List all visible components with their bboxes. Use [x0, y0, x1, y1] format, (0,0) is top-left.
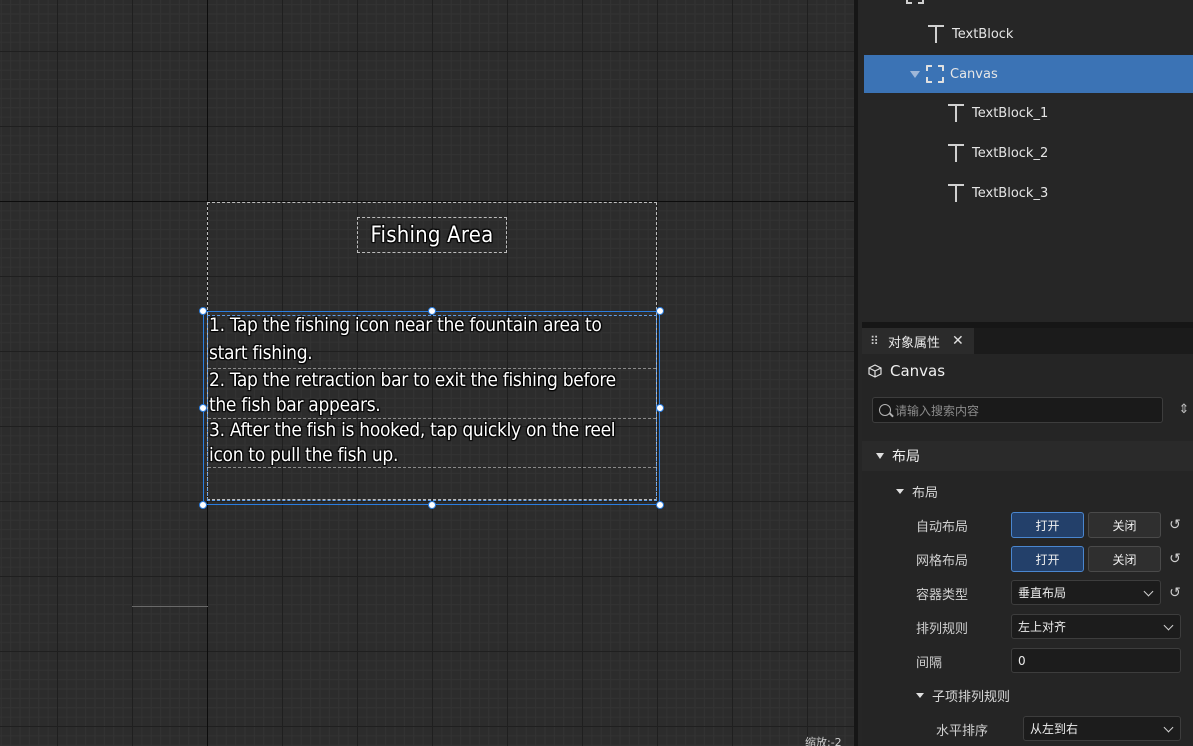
spacing-value: 0	[1018, 653, 1026, 668]
chevron-down-icon	[1163, 722, 1174, 733]
search-icon	[879, 404, 891, 416]
subsection-label: 子项排列规则	[932, 690, 1011, 705]
right-panel: TextBlock Canvas TextBlock_1 TextBlock_2…	[854, 0, 1193, 746]
instruction-line-3: 2. Tap the retraction bar to exit the fi…	[209, 369, 616, 391]
drag-grip-icon[interactable]: ⠿	[870, 334, 880, 348]
tab-object-properties[interactable]: ⠿ 对象属性 ✕	[862, 328, 974, 354]
chevron-down-icon	[1163, 620, 1174, 631]
resize-handle-top[interactable]	[428, 307, 436, 315]
arrange-rule-label: 排列规则	[916, 622, 969, 637]
subsection-label: 布局	[912, 486, 939, 501]
select-value: 垂直布局	[1018, 586, 1067, 600]
editor-window: Fishing Area 1. Tap the fishing icon nea…	[0, 0, 1193, 746]
tree-item-label: Canvas	[950, 66, 998, 82]
container-type-select[interactable]: 垂直布局	[1011, 580, 1161, 605]
search-placeholder: 请输入搜索内容	[895, 403, 980, 418]
spacing-label: 间隔	[916, 656, 943, 671]
expand-collapse-icon[interactable]: ⇕	[1178, 402, 1190, 418]
reset-icon[interactable]: ↺	[1168, 518, 1182, 532]
close-icon[interactable]: ✕	[952, 333, 964, 349]
select-value: 左上对齐	[1018, 620, 1067, 634]
chevron-down-icon	[1143, 586, 1154, 597]
instruction-line-4: the fish bar appears.	[209, 394, 381, 416]
resize-handle-right[interactable]	[656, 404, 664, 412]
resize-handle-bottom[interactable]	[428, 501, 436, 509]
expand-arrow-icon[interactable]	[910, 70, 920, 78]
title-text: Fishing Area	[370, 222, 494, 248]
spacing-input[interactable]: 0	[1011, 648, 1181, 673]
auto-layout-label: 自动布局	[916, 520, 969, 535]
resize-handle-bottom-left[interactable]	[199, 501, 207, 509]
section-layout[interactable]: 布局	[862, 441, 1193, 471]
subsection-layout[interactable]: 布局	[896, 482, 938, 501]
properties-panel: ⠿ 对象属性 ✕ Canvas 请输入搜索内容 ⇕ 布局 布局 自动布局 打开 …	[862, 328, 1193, 746]
caret-down-icon	[916, 693, 924, 698]
design-viewport[interactable]: Fishing Area 1. Tap the fishing icon nea…	[0, 0, 854, 746]
resize-handle-top-right[interactable]	[656, 307, 664, 315]
instruction-line-5: 3. After the fish is hooked, tap quickly…	[209, 419, 616, 441]
resize-handle-bottom-right[interactable]	[656, 501, 664, 509]
select-value: 从左到右	[1030, 722, 1079, 736]
tree-item-textblock-3[interactable]: TextBlock_3	[864, 174, 1193, 212]
tree-item-textblock-2[interactable]: TextBlock_2	[864, 134, 1193, 172]
tree-item-textblock[interactable]: TextBlock	[864, 15, 1193, 53]
section-label: 布局	[892, 449, 920, 465]
tree-item-label: TextBlock_2	[972, 145, 1049, 161]
text-icon	[946, 102, 966, 124]
grid-layout-off-button[interactable]: 关闭	[1088, 546, 1161, 572]
text-icon	[926, 23, 946, 45]
object-name: Canvas	[890, 362, 946, 380]
container-type-label: 容器类型	[916, 588, 969, 603]
auto-layout-on-button[interactable]: 打开	[1011, 512, 1084, 538]
properties-tabbar: ⠿ 对象属性 ✕	[862, 328, 1193, 354]
ruler-marker	[132, 606, 208, 607]
reset-icon[interactable]: ↺	[1168, 586, 1182, 600]
instruction-line-6: icon to pull the fish up.	[209, 444, 399, 466]
canvas-icon	[906, 0, 924, 4]
tree-item-label: TextBlock	[952, 26, 1014, 42]
grid-layout-on-button[interactable]: 打开	[1011, 546, 1084, 572]
caret-down-icon	[876, 453, 884, 459]
resize-handle-left[interactable]	[199, 404, 207, 412]
tree-item-label: TextBlock_1	[972, 105, 1049, 121]
text-icon	[946, 142, 966, 164]
grid-layout-label: 网格布局	[916, 554, 969, 569]
title-textblock[interactable]: Fishing Area	[357, 217, 507, 253]
instruction-line-1: 1. Tap the fishing icon near the fountai…	[209, 314, 602, 336]
text-icon	[946, 182, 966, 204]
horizontal-order-label: 水平排序	[936, 724, 989, 739]
subsection-child-rule[interactable]: 子项排列规则	[916, 686, 1010, 705]
zoom-label: 缩放:-2	[805, 736, 842, 746]
cube-icon	[868, 364, 882, 378]
tab-label: 对象属性	[888, 335, 941, 351]
tree-item-label: TextBlock_3	[972, 185, 1049, 201]
tree-item-textblock-1[interactable]: TextBlock_1	[864, 94, 1193, 132]
caret-down-icon	[896, 489, 904, 494]
instruction-line-2: start fishing.	[209, 342, 313, 364]
property-search-input[interactable]: 请输入搜索内容	[872, 397, 1163, 423]
object-header: Canvas	[868, 362, 945, 380]
tree-item-canvas[interactable]: Canvas	[864, 55, 1193, 93]
reset-icon[interactable]: ↺	[1168, 552, 1182, 566]
resize-handle-top-left[interactable]	[199, 307, 207, 315]
auto-layout-off-button[interactable]: 关闭	[1088, 512, 1161, 538]
hierarchy-tree: TextBlock Canvas TextBlock_1 TextBlock_2…	[862, 0, 1193, 322]
arrange-rule-select[interactable]: 左上对齐	[1011, 614, 1181, 639]
horizontal-order-select[interactable]: 从左到右	[1023, 716, 1181, 741]
canvas-icon	[926, 65, 944, 83]
